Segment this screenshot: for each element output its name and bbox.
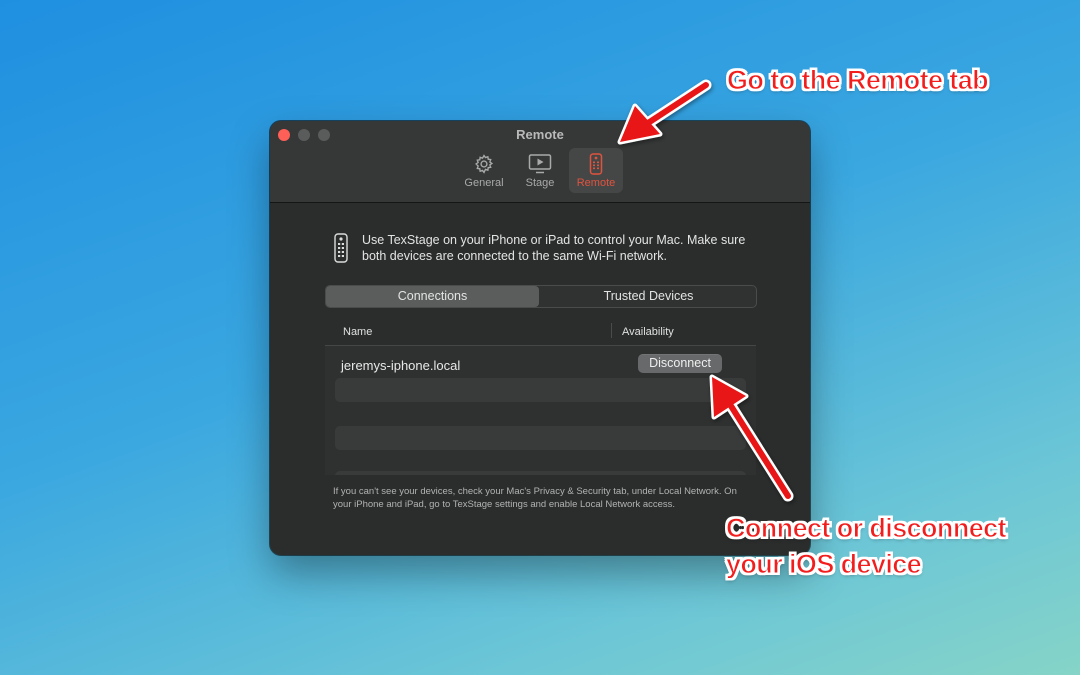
segment-trusted-devices[interactable]: Trusted Devices [541, 286, 756, 307]
toolbar-tab-label: Stage [525, 177, 555, 189]
toolbar-tab-general[interactable]: General [457, 148, 511, 193]
annotation-line: Connect or disconnect [726, 513, 1008, 544]
table-row-empty [335, 378, 746, 402]
table-header: Name Availability [325, 317, 756, 346]
column-header-name[interactable]: Name [343, 326, 372, 338]
window-title: Remote [516, 127, 564, 142]
device-name[interactable]: jeremys-iphone.local [341, 358, 460, 373]
annotation-remote-tab: Go to the Remote tab [726, 65, 989, 96]
toolbar-tab-label: Remote [576, 177, 616, 189]
table-row-empty [335, 471, 746, 475]
segment-connections[interactable]: Connections [326, 286, 539, 307]
column-divider[interactable] [611, 323, 612, 338]
remote-pane: Use TexStage on your iPhone or iPad to c… [270, 203, 810, 555]
devices-table: Name Availability jeremys-iphone.local D… [325, 317, 756, 475]
annotation-line: your iOS device [726, 549, 923, 580]
column-header-availability[interactable]: Availability [622, 326, 674, 338]
info-text: Use TexStage on your iPhone or iPad to c… [362, 233, 746, 263]
toolbar-tab-label: General [464, 177, 504, 189]
titlebar: Remote General Stage Remote [270, 121, 810, 203]
remote-icon [334, 233, 348, 263]
preferences-window: Remote General Stage Remote Use TexStage… [270, 121, 810, 555]
gear-icon [475, 154, 494, 174]
toolbar-tab-stage[interactable]: Stage [513, 148, 567, 193]
stage-icon [528, 154, 552, 174]
footer-note: If you can't see your devices, check you… [333, 486, 737, 510]
disconnect-button[interactable]: Disconnect [638, 354, 722, 373]
segmented-control: Connections Trusted Devices [325, 285, 757, 308]
annotation-connect: Connect or disconnect your iOS device [726, 510, 1066, 582]
table-row-empty [335, 426, 746, 450]
remote-icon [589, 153, 603, 175]
toolbar-tab-remote[interactable]: Remote [569, 148, 623, 193]
